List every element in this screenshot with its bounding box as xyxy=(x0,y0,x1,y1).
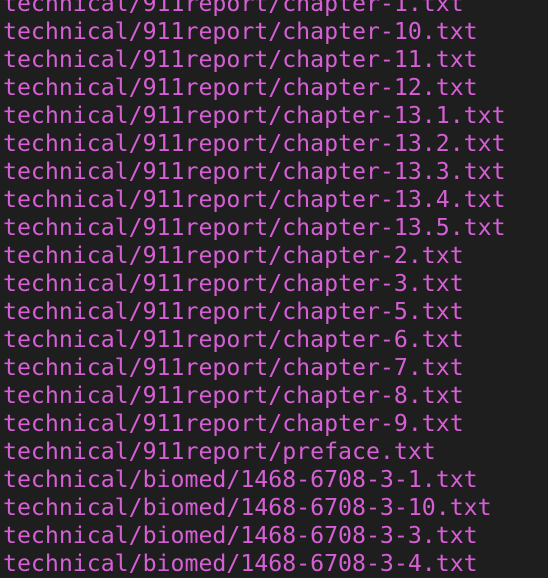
file-path-line: technical/biomed/1468-6708-3-1.txt xyxy=(3,466,478,493)
file-path-line: technical/911report/chapter-7.txt xyxy=(3,354,464,381)
file-path-line: technical/911report/chapter-13.4.txt xyxy=(3,186,506,213)
file-path-line: technical/911report/chapter-8.txt xyxy=(3,382,464,409)
file-path-line: technical/911report/chapter-11.txt xyxy=(3,46,478,73)
file-path-line: technical/biomed/1468-6708-3-10.txt xyxy=(3,494,492,521)
file-path-line: technical/911report/chapter-3.txt xyxy=(3,270,464,297)
file-path-line: technical/911report/preface.txt xyxy=(3,438,436,465)
file-path-line: technical/911report/chapter-13.5.txt xyxy=(3,214,506,241)
file-path-line: technical/biomed/1468-6708-3-3.txt xyxy=(3,522,478,549)
file-path-list: technical/911report/chapter-1.txt techni… xyxy=(0,0,548,578)
file-path-line: technical/911report/chapter-1.txt xyxy=(3,0,464,17)
file-path-line: technical/911report/chapter-2.txt xyxy=(3,242,464,269)
terminal-output: technical/911report/chapter-1.txt techni… xyxy=(0,0,548,577)
file-path-line: technical/biomed/1468-6708-3-4.txt xyxy=(3,550,478,577)
file-path-line: technical/911report/chapter-9.txt xyxy=(3,410,464,437)
file-path-line: technical/911report/chapter-10.txt xyxy=(3,18,478,45)
file-path-line: technical/911report/chapter-12.txt xyxy=(3,74,478,101)
file-path-line: technical/911report/chapter-13.1.txt xyxy=(3,102,506,129)
file-path-line: technical/911report/chapter-13.3.txt xyxy=(3,158,506,185)
file-path-line: technical/911report/chapter-13.2.txt xyxy=(3,130,506,157)
file-path-line: technical/911report/chapter-6.txt xyxy=(3,326,464,353)
file-path-line: technical/911report/chapter-5.txt xyxy=(3,298,464,325)
